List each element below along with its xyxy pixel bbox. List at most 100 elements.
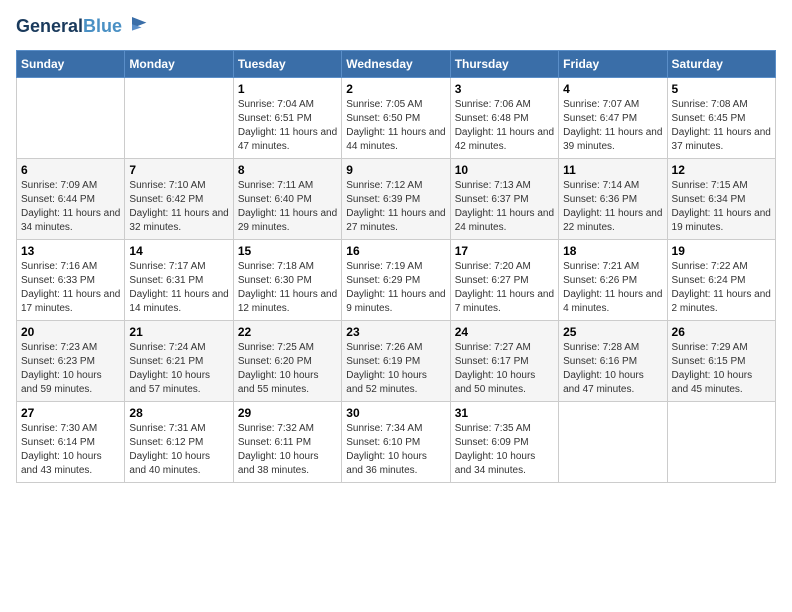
calendar-cell: 2 Sunrise: 7:05 AMSunset: 6:50 PMDaylight… (342, 77, 450, 158)
calendar-cell: 20Sunrise: 7:23 AMSunset: 6:23 PMDayligh… (17, 320, 125, 401)
day-info: Sunrise: 7:17 AMSunset: 6:31 PMDaylight:… (129, 260, 228, 316)
day-number: 18 (563, 244, 662, 258)
day-number: 13 (21, 244, 120, 258)
day-info: Sunrise: 7:24 AMSunset: 6:21 PMDaylight:… (129, 341, 228, 397)
day-number: 29 (238, 406, 337, 420)
calendar-cell: 17 Sunrise: 7:20 AMSunset: 6:27 PMDayligh… (450, 239, 558, 320)
calendar-cell: 19 Sunrise: 7:22 AMSunset: 6:24 PMDayligh… (667, 239, 775, 320)
calendar-cell: 24 Sunrise: 7:27 AMSunset: 6:17 PMDayligh… (450, 320, 558, 401)
day-info: Sunrise: 7:14 AMSunset: 6:36 PMDaylight:… (563, 179, 662, 235)
day-info: Sunrise: 7:07 AMSunset: 6:47 PMDaylight:… (563, 98, 662, 154)
day-number: 24 (455, 325, 554, 339)
day-info: Sunrise: 7:30 AMSunset: 6:14 PMDaylight:… (21, 422, 120, 478)
calendar-cell: 13 Sunrise: 7:16 AMSunset: 6:33 PMDayligh… (17, 239, 125, 320)
day-number: 19 (672, 244, 771, 258)
day-info: Sunrise: 7:19 AMSunset: 6:29 PMDaylight:… (346, 260, 445, 316)
day-number: 30 (346, 406, 445, 420)
calendar-cell: 5 Sunrise: 7:08 AMSunset: 6:45 PMDaylight… (667, 77, 775, 158)
day-info: Sunrise: 7:09 AMSunset: 6:44 PMDaylight:… (21, 179, 120, 235)
day-number: 11 (563, 163, 662, 177)
calendar-cell: 29 Sunrise: 7:32 AMSunset: 6:11 PMDayligh… (233, 401, 341, 482)
day-info: Sunrise: 7:22 AMSunset: 6:24 PMDaylight:… (672, 260, 771, 316)
day-info: Sunrise: 7:05 AMSunset: 6:50 PMDaylight:… (346, 98, 445, 154)
day-info: Sunrise: 7:16 AMSunset: 6:33 PMDaylight:… (21, 260, 120, 316)
calendar-cell: 15 Sunrise: 7:18 AMSunset: 6:30 PMDayligh… (233, 239, 341, 320)
calendar-cell: 27 Sunrise: 7:30 AMSunset: 6:14 PMDayligh… (17, 401, 125, 482)
calendar-cell: 8 Sunrise: 7:11 AMSunset: 6:40 PMDaylight… (233, 158, 341, 239)
calendar-week-row: 20Sunrise: 7:23 AMSunset: 6:23 PMDayligh… (17, 320, 776, 401)
weekday-header: Saturday (667, 50, 775, 77)
day-number: 17 (455, 244, 554, 258)
day-number: 20 (21, 325, 120, 339)
day-number: 23 (346, 325, 445, 339)
day-number: 5 (672, 82, 771, 96)
calendar-cell: 26Sunrise: 7:29 AMSunset: 6:15 PMDayligh… (667, 320, 775, 401)
day-info: Sunrise: 7:13 AMSunset: 6:37 PMDaylight:… (455, 179, 554, 235)
day-info: Sunrise: 7:27 AMSunset: 6:17 PMDaylight:… (455, 341, 554, 397)
calendar-cell: 11 Sunrise: 7:14 AMSunset: 6:36 PMDayligh… (559, 158, 667, 239)
calendar-cell: 28 Sunrise: 7:31 AMSunset: 6:12 PMDayligh… (125, 401, 233, 482)
day-info: Sunrise: 7:11 AMSunset: 6:40 PMDaylight:… (238, 179, 337, 235)
day-number: 2 (346, 82, 445, 96)
day-number: 12 (672, 163, 771, 177)
day-number: 16 (346, 244, 445, 258)
weekday-header: Monday (125, 50, 233, 77)
logo-text: GeneralBlue (16, 16, 122, 38)
logo: GeneralBlue (16, 16, 148, 38)
calendar-cell: 4 Sunrise: 7:07 AMSunset: 6:47 PMDaylight… (559, 77, 667, 158)
weekday-header: Wednesday (342, 50, 450, 77)
day-info: Sunrise: 7:08 AMSunset: 6:45 PMDaylight:… (672, 98, 771, 154)
day-number: 7 (129, 163, 228, 177)
weekday-header: Friday (559, 50, 667, 77)
day-info: Sunrise: 7:18 AMSunset: 6:30 PMDaylight:… (238, 260, 337, 316)
day-number: 1 (238, 82, 337, 96)
calendar-table: SundayMondayTuesdayWednesdayThursdayFrid… (16, 50, 776, 483)
day-info: Sunrise: 7:15 AMSunset: 6:34 PMDaylight:… (672, 179, 771, 235)
day-number: 15 (238, 244, 337, 258)
calendar-cell: 9 Sunrise: 7:12 AMSunset: 6:39 PMDaylight… (342, 158, 450, 239)
day-number: 14 (129, 244, 228, 258)
day-number: 4 (563, 82, 662, 96)
day-number: 27 (21, 406, 120, 420)
day-info: Sunrise: 7:32 AMSunset: 6:11 PMDaylight:… (238, 422, 337, 478)
day-number: 26 (672, 325, 771, 339)
weekday-header: Sunday (17, 50, 125, 77)
calendar-cell (559, 401, 667, 482)
day-info: Sunrise: 7:12 AMSunset: 6:39 PMDaylight:… (346, 179, 445, 235)
day-number: 21 (129, 325, 228, 339)
day-info: Sunrise: 7:28 AMSunset: 6:16 PMDaylight:… (563, 341, 662, 397)
calendar-cell: 22Sunrise: 7:25 AMSunset: 6:20 PMDayligh… (233, 320, 341, 401)
day-number: 6 (21, 163, 120, 177)
calendar-cell: 30Sunrise: 7:34 AMSunset: 6:10 PMDayligh… (342, 401, 450, 482)
calendar-cell (17, 77, 125, 158)
calendar-cell: 14 Sunrise: 7:17 AMSunset: 6:31 PMDayligh… (125, 239, 233, 320)
calendar-week-row: 6 Sunrise: 7:09 AMSunset: 6:44 PMDaylight… (17, 158, 776, 239)
page-header: GeneralBlue (16, 16, 776, 38)
calendar-week-row: 13 Sunrise: 7:16 AMSunset: 6:33 PMDayligh… (17, 239, 776, 320)
calendar-cell: 18Sunrise: 7:21 AMSunset: 6:26 PMDayligh… (559, 239, 667, 320)
day-number: 8 (238, 163, 337, 177)
weekday-header: Thursday (450, 50, 558, 77)
calendar-cell: 25 Sunrise: 7:28 AMSunset: 6:16 PMDayligh… (559, 320, 667, 401)
calendar-cell (125, 77, 233, 158)
calendar-cell: 12 Sunrise: 7:15 AMSunset: 6:34 PMDayligh… (667, 158, 775, 239)
day-number: 31 (455, 406, 554, 420)
calendar-cell: 21 Sunrise: 7:24 AMSunset: 6:21 PMDayligh… (125, 320, 233, 401)
calendar-week-row: 1 Sunrise: 7:04 AMSunset: 6:51 PMDaylight… (17, 77, 776, 158)
calendar-cell: 10Sunrise: 7:13 AMSunset: 6:37 PMDayligh… (450, 158, 558, 239)
day-info: Sunrise: 7:20 AMSunset: 6:27 PMDaylight:… (455, 260, 554, 316)
day-info: Sunrise: 7:06 AMSunset: 6:48 PMDaylight:… (455, 98, 554, 154)
day-number: 28 (129, 406, 228, 420)
calendar-cell: 7 Sunrise: 7:10 AMSunset: 6:42 PMDaylight… (125, 158, 233, 239)
calendar-cell: 23Sunrise: 7:26 AMSunset: 6:19 PMDayligh… (342, 320, 450, 401)
calendar-cell (667, 401, 775, 482)
calendar-cell: 1 Sunrise: 7:04 AMSunset: 6:51 PMDaylight… (233, 77, 341, 158)
day-info: Sunrise: 7:04 AMSunset: 6:51 PMDaylight:… (238, 98, 337, 154)
calendar-cell: 31Sunrise: 7:35 AMSunset: 6:09 PMDayligh… (450, 401, 558, 482)
day-number: 25 (563, 325, 662, 339)
day-info: Sunrise: 7:10 AMSunset: 6:42 PMDaylight:… (129, 179, 228, 235)
day-info: Sunrise: 7:25 AMSunset: 6:20 PMDaylight:… (238, 341, 337, 397)
day-info: Sunrise: 7:31 AMSunset: 6:12 PMDaylight:… (129, 422, 228, 478)
day-number: 9 (346, 163, 445, 177)
logo-icon (124, 13, 148, 37)
